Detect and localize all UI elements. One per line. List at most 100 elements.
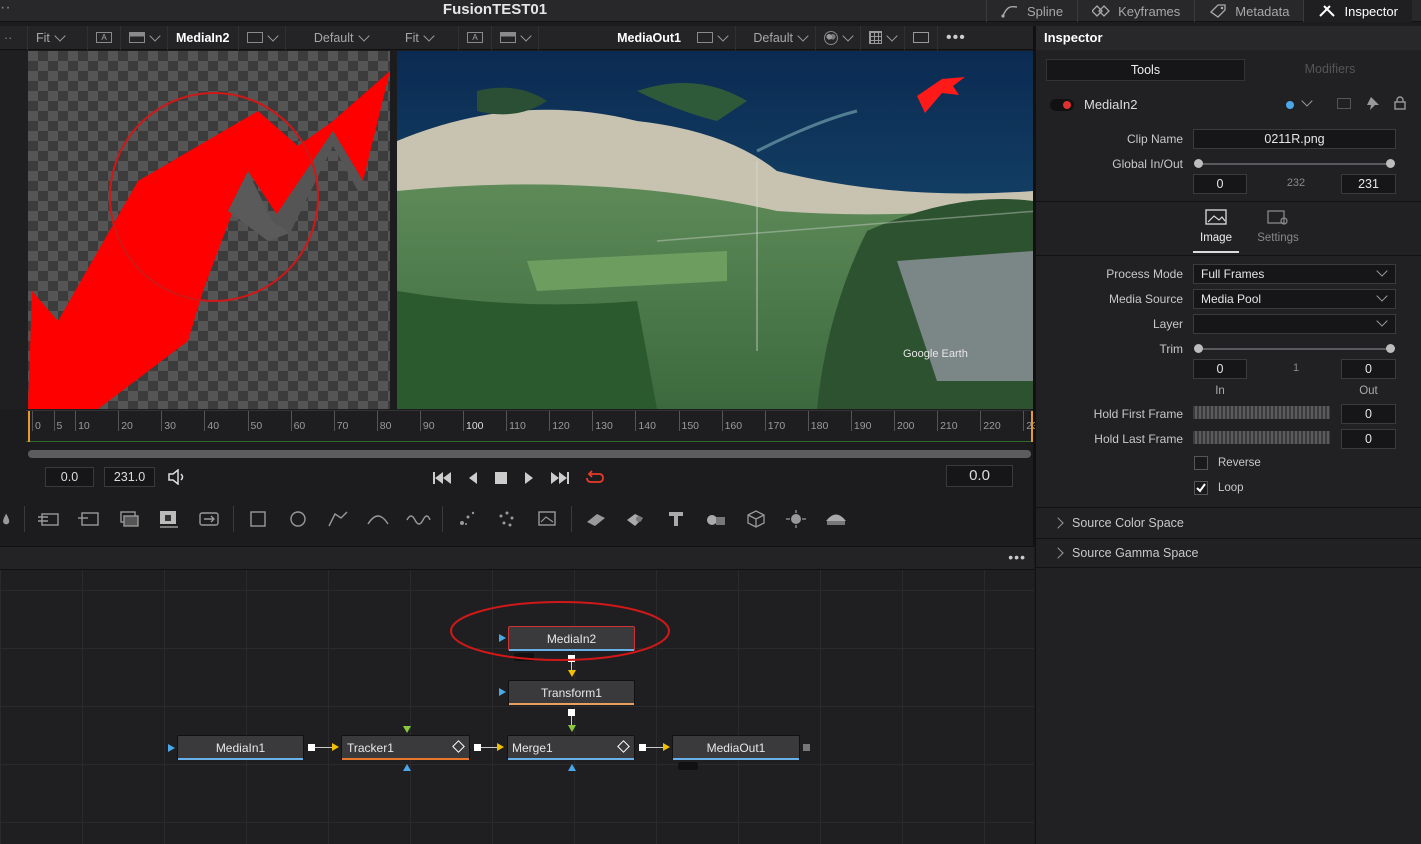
tool-image-plane[interactable]: [576, 500, 616, 538]
slider-knob[interactable]: [1194, 159, 1203, 168]
play-reverse-icon[interactable]: [466, 471, 480, 485]
node-output-square[interactable]: [803, 744, 810, 751]
viewer-right-zoom[interactable]: Fit: [397, 25, 459, 50]
tool-shape3d[interactable]: [616, 500, 656, 538]
reverse-checkbox[interactable]: [1194, 456, 1208, 470]
node-output-square[interactable]: [474, 744, 481, 751]
tool-paint-mask[interactable]: [398, 500, 438, 538]
tool-rectangle[interactable]: [238, 500, 278, 538]
viewer-right-more[interactable]: •••: [938, 26, 974, 50]
tool-prender[interactable]: [487, 500, 527, 538]
media-source-select[interactable]: Media Pool: [1193, 289, 1396, 309]
tab-tools[interactable]: Tools: [1046, 59, 1245, 81]
render-start-field[interactable]: 0.0: [45, 467, 94, 487]
viewer-right-grid[interactable]: [861, 25, 905, 50]
tool-camera3d[interactable]: [736, 500, 776, 538]
render-end-marker[interactable]: [1031, 411, 1033, 442]
tab-spline[interactable]: Spline: [986, 0, 1077, 22]
color-dot[interactable]: [1286, 101, 1294, 109]
loop-checkbox[interactable]: [1194, 481, 1208, 495]
playhead[interactable]: [28, 411, 30, 442]
viewer-right-channel[interactable]: A: [459, 25, 492, 50]
node-transform1[interactable]: Transform1: [508, 680, 635, 705]
node-mediaout1[interactable]: MediaOut1: [672, 735, 800, 760]
trim-out-field[interactable]: 0: [1341, 359, 1396, 379]
viewer-left-roi[interactable]: [121, 25, 168, 50]
hold-first-field[interactable]: 0: [1341, 404, 1396, 424]
current-time-field[interactable]: 0.0: [946, 465, 1013, 487]
global-out-field[interactable]: 231: [1341, 174, 1396, 194]
render-end-field[interactable]: 231.0: [104, 467, 155, 487]
tool-paint[interactable]: [0, 500, 20, 538]
tool-spotlight[interactable]: [776, 500, 816, 538]
subtab-image[interactable]: Image: [1193, 209, 1239, 253]
tool-transform[interactable]: [189, 500, 229, 538]
node-mediain1[interactable]: MediaIn1: [177, 735, 304, 760]
node-output-square[interactable]: [308, 744, 315, 751]
lock-icon[interactable]: [1394, 96, 1406, 110]
tool-enable-toggle[interactable]: [1050, 99, 1074, 111]
global-inout-slider[interactable]: [1194, 159, 1395, 168]
slider-knob[interactable]: [1194, 344, 1203, 353]
process-mode-select[interactable]: Full Frames: [1193, 264, 1396, 284]
node-merge1[interactable]: Merge1: [507, 735, 635, 760]
tool-merge[interactable]: [149, 500, 189, 538]
subtab-settings[interactable]: Settings: [1248, 209, 1308, 253]
viewer-right-checker[interactable]: [689, 25, 736, 50]
hold-last-slider[interactable]: [1193, 431, 1330, 444]
viewer-left[interactable]: [28, 51, 390, 409]
timeline-scrollbar[interactable]: [28, 450, 1031, 458]
viewer-left-channel[interactable]: A: [88, 25, 121, 50]
clip-name-field[interactable]: 0211R.png: [1193, 129, 1396, 149]
go-to-start-icon[interactable]: [432, 471, 452, 485]
global-in-field[interactable]: 0: [1193, 174, 1247, 194]
tab-inspector[interactable]: Inspector: [1303, 0, 1412, 22]
stop-icon[interactable]: [494, 471, 508, 485]
section-source-gamma-space[interactable]: Source Gamma Space: [1036, 538, 1421, 568]
tool-text-plus[interactable]: [109, 500, 149, 538]
tool-renderer3d[interactable]: [816, 500, 856, 538]
viewer-left-lut[interactable]: Default: [286, 26, 376, 50]
viewer-left-menu[interactable]: ··: [0, 25, 28, 50]
tab-modifiers[interactable]: Modifiers: [1246, 59, 1414, 81]
node-flow-area[interactable]: MediaIn2 Transform1 MediaIn1 Tracker1 Me…: [0, 570, 1034, 844]
viewer-left-zoom[interactable]: Fit: [28, 25, 88, 50]
hold-last-field[interactable]: 0: [1341, 429, 1396, 449]
trim-in-field[interactable]: 0: [1193, 359, 1247, 379]
viewer-right-lut[interactable]: Default: [736, 25, 816, 50]
hold-first-slider[interactable]: [1193, 406, 1330, 419]
tool-ellipse[interactable]: [278, 500, 318, 538]
tool-bspline[interactable]: [358, 500, 398, 538]
node-tracker1[interactable]: Tracker1: [341, 735, 470, 760]
tab-keyframes[interactable]: Keyframes: [1077, 0, 1194, 22]
tool-particles[interactable]: [447, 500, 487, 538]
tool-fastnoise[interactable]: [69, 500, 109, 538]
speaker-icon[interactable]: [168, 469, 188, 485]
viewer-right-roi[interactable]: [492, 25, 539, 50]
version-icon[interactable]: [1337, 98, 1351, 109]
play-icon[interactable]: [522, 471, 536, 485]
timeline-ruler[interactable]: 0 5 10 20 30 40 50 60 70 80 90 100 110 120 130 140 150 16…: [26, 410, 1038, 442]
viewer-right-overlay[interactable]: [905, 25, 938, 50]
trim-slider[interactable]: [1194, 344, 1395, 353]
viewer-right-color[interactable]: [816, 25, 861, 50]
viewer-right[interactable]: Google Earth: [397, 51, 1033, 409]
tool-polygon[interactable]: [318, 500, 358, 538]
viewer-left-checker[interactable]: [239, 25, 286, 50]
slider-knob[interactable]: [1386, 344, 1395, 353]
pin-icon[interactable]: [1366, 96, 1380, 110]
node-output-square[interactable]: [568, 709, 575, 716]
chevron-down-icon[interactable]: [1301, 95, 1313, 107]
tool-merge3d[interactable]: [696, 500, 736, 538]
section-source-color-space[interactable]: Source Color Space: [1036, 507, 1421, 537]
tab-metadata[interactable]: Metadata: [1194, 0, 1303, 22]
go-to-end-icon[interactable]: [550, 471, 570, 485]
node-editor-more[interactable]: •••: [1008, 549, 1026, 565]
tool-text3d[interactable]: [656, 500, 696, 538]
tool-background[interactable]: [29, 500, 69, 538]
tool-pimage[interactable]: [527, 500, 567, 538]
layer-select[interactable]: [1193, 314, 1396, 334]
slider-knob[interactable]: [1386, 159, 1395, 168]
loop-icon[interactable]: [584, 470, 606, 486]
node-output-square[interactable]: [639, 744, 646, 751]
